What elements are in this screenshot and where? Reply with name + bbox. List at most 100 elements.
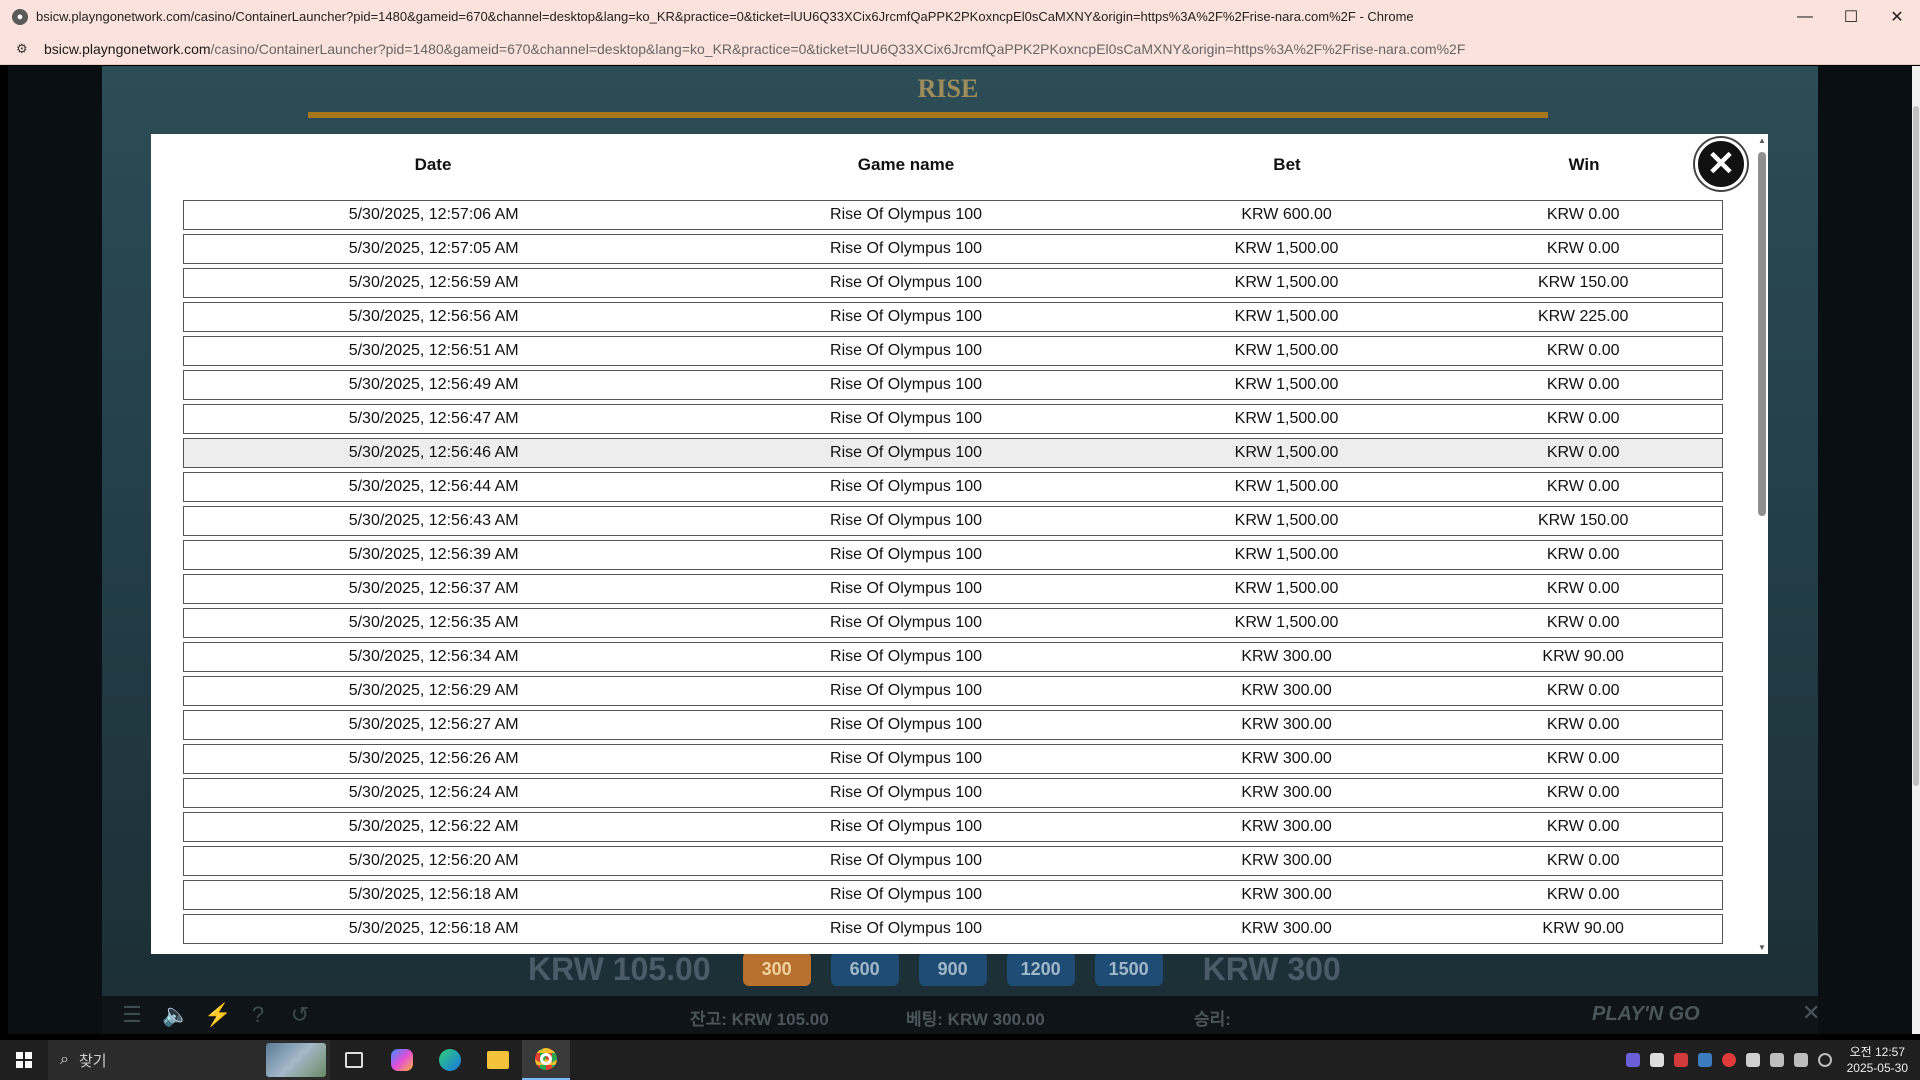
table-row[interactable]: 5/30/2025, 12:56:26 AM Rise Of Olympus 10… — [183, 744, 1723, 774]
task-view-icon[interactable] — [330, 1040, 378, 1080]
scroll-down-icon[interactable]: ▼ — [1757, 943, 1767, 952]
table-row[interactable]: 5/30/2025, 12:56:29 AM Rise Of Olympus 10… — [183, 676, 1723, 706]
bet-chip-900[interactable]: 900 — [918, 952, 987, 986]
page-scrollbar[interactable] — [1912, 66, 1920, 1034]
close-window-icon[interactable]: ✕ — [1874, 0, 1920, 33]
table-row[interactable]: 5/30/2025, 12:56:37 AM Rise Of Olympus 10… — [183, 574, 1723, 604]
turbo-icon[interactable]: ⚡ — [204, 1002, 231, 1028]
cell-win: KRW 0.00 — [1546, 750, 1620, 767]
history-header: Date Game name Bet Win — [183, 134, 1723, 196]
game-close-icon[interactable]: ✕ — [1802, 1000, 1820, 1026]
cell-game-name: Rise Of Olympus 100 — [830, 478, 983, 495]
taskbar-clock[interactable]: 오전 12:57 2025-05-30 — [1847, 1044, 1908, 1076]
table-row[interactable]: 5/30/2025, 12:56:56 AM Rise Of Olympus 10… — [183, 302, 1723, 332]
cell-date: 5/30/2025, 12:56:59 AM — [348, 274, 519, 291]
cell-game-name: Rise Of Olympus 100 — [830, 240, 983, 257]
address-bar[interactable]: ⚙ bsicw.playngonetwork.com/casino/Contai… — [0, 33, 1920, 65]
notification-icon[interactable] — [1817, 1053, 1832, 1067]
window-controls: — ☐ ✕ — [1782, 0, 1920, 33]
maximize-icon[interactable]: ☐ — [1828, 0, 1874, 33]
file-explorer-icon[interactable] — [474, 1040, 522, 1080]
cell-date: 5/30/2025, 12:56:18 AM — [348, 886, 519, 903]
cell-game-name: Rise Of Olympus 100 — [830, 648, 983, 665]
cell-bet: KRW 1,500.00 — [1234, 410, 1339, 427]
cell-game-name: Rise Of Olympus 100 — [830, 716, 983, 733]
sound-icon[interactable]: 🔈 — [162, 1002, 189, 1028]
cell-bet: KRW 300.00 — [1241, 886, 1332, 903]
menu-icon[interactable]: ☰ — [120, 1002, 144, 1028]
cell-bet: KRW 300.00 — [1241, 852, 1332, 869]
help-icon[interactable]: ? — [246, 1002, 270, 1028]
cell-win: KRW 0.00 — [1546, 716, 1620, 733]
table-row[interactable]: 5/30/2025, 12:56:44 AM Rise Of Olympus 10… — [183, 472, 1723, 502]
page-scroll-thumb[interactable] — [1913, 106, 1919, 786]
chrome-icon[interactable] — [522, 1040, 570, 1080]
cell-date: 5/30/2025, 12:56:22 AM — [348, 818, 519, 835]
table-row[interactable]: 5/30/2025, 12:56:59 AM Rise Of Olympus 10… — [183, 268, 1723, 298]
table-row[interactable]: 5/30/2025, 12:56:18 AM Rise Of Olympus 10… — [183, 880, 1723, 910]
cell-win: KRW 90.00 — [1542, 648, 1624, 665]
bet-display: KRW 300 — [1202, 950, 1341, 987]
table-row[interactable]: 5/30/2025, 12:56:49 AM Rise Of Olympus 10… — [183, 370, 1723, 400]
table-row[interactable]: 5/30/2025, 12:56:39 AM Rise Of Olympus 10… — [183, 540, 1723, 570]
clock-time: 오전 12:57 — [1849, 1045, 1906, 1059]
table-row[interactable]: 5/30/2025, 12:56:34 AM Rise Of Olympus 10… — [183, 642, 1723, 672]
bet-chip-1200[interactable]: 1200 — [1006, 952, 1075, 986]
cell-bet: KRW 1,500.00 — [1234, 580, 1339, 597]
tray-app-icon[interactable] — [1625, 1053, 1640, 1067]
modal-scroll-thumb[interactable] — [1758, 152, 1766, 516]
bet-chip-300[interactable]: 300 — [742, 952, 811, 986]
table-row[interactable]: 5/30/2025, 12:56:18 AM Rise Of Olympus 10… — [183, 914, 1723, 944]
edge-icon[interactable] — [426, 1040, 474, 1080]
table-row[interactable]: 5/30/2025, 12:56:24 AM Rise Of Olympus 10… — [183, 778, 1723, 808]
table-row[interactable]: 5/30/2025, 12:56:35 AM Rise Of Olympus 10… — [183, 608, 1723, 638]
cell-win: KRW 90.00 — [1542, 920, 1624, 937]
cell-bet: KRW 1,500.00 — [1234, 240, 1339, 257]
search-highlight-image — [266, 1043, 326, 1077]
table-row[interactable]: 5/30/2025, 12:57:06 AM Rise Of Olympus 10… — [183, 200, 1723, 230]
tray-record-icon[interactable] — [1721, 1053, 1736, 1067]
table-row[interactable]: 5/30/2025, 12:57:05 AM Rise Of Olympus 10… — [183, 234, 1723, 264]
tray-security-icon[interactable] — [1745, 1053, 1760, 1067]
cell-win: KRW 0.00 — [1546, 818, 1620, 835]
cell-win: KRW 225.00 — [1537, 308, 1629, 325]
table-row[interactable]: 5/30/2025, 12:56:22 AM Rise Of Olympus 10… — [183, 812, 1723, 842]
cell-game-name: Rise Of Olympus 100 — [830, 274, 983, 291]
scroll-up-icon[interactable]: ▲ — [1757, 136, 1767, 145]
table-row[interactable]: 5/30/2025, 12:56:46 AM Rise Of Olympus 10… — [183, 438, 1723, 468]
url-text[interactable]: bsicw.playngonetwork.com/casino/Containe… — [44, 41, 1465, 57]
bet-chip-600[interactable]: 600 — [830, 952, 899, 986]
game-bottom-bar: ☰ 🔈 ⚡ ? ↺ 잔고: KRW 105.00 베팅: KRW 300.00 … — [102, 996, 1820, 1034]
cell-bet: KRW 300.00 — [1241, 818, 1332, 835]
table-row[interactable]: 5/30/2025, 12:56:51 AM Rise Of Olympus 10… — [183, 336, 1723, 366]
table-row[interactable]: 5/30/2025, 12:56:43 AM Rise Of Olympus 10… — [183, 506, 1723, 536]
cell-win: KRW 0.00 — [1546, 342, 1620, 359]
cell-date: 5/30/2025, 12:56:26 AM — [348, 750, 519, 767]
cell-game-name: Rise Of Olympus 100 — [830, 410, 983, 427]
cell-game-name: Rise Of Olympus 100 — [830, 682, 983, 699]
start-button[interactable] — [0, 1040, 48, 1080]
cell-game-name: Rise Of Olympus 100 — [830, 206, 983, 223]
tray-discord-icon[interactable] — [1649, 1053, 1664, 1067]
site-settings-icon[interactable]: ⚙ — [16, 41, 32, 57]
table-row[interactable]: 5/30/2025, 12:56:27 AM Rise Of Olympus 10… — [183, 710, 1723, 740]
history-icon[interactable]: ↺ — [288, 1002, 312, 1028]
table-row[interactable]: 5/30/2025, 12:56:20 AM Rise Of Olympus 10… — [183, 846, 1723, 876]
table-row[interactable]: 5/30/2025, 12:56:47 AM Rise Of Olympus 10… — [183, 404, 1723, 434]
tray-antivirus-icon[interactable] — [1673, 1053, 1688, 1067]
cell-game-name: Rise Of Olympus 100 — [830, 376, 983, 393]
cell-game-name: Rise Of Olympus 100 — [830, 546, 983, 563]
cell-bet: KRW 300.00 — [1241, 750, 1332, 767]
modal-scrollbar[interactable]: ▲ ▼ — [1755, 134, 1768, 954]
minimize-icon[interactable]: — — [1782, 0, 1828, 33]
close-modal-button[interactable]: ✕ — [1695, 138, 1747, 190]
volume-icon[interactable] — [1793, 1053, 1808, 1067]
tray-steam-icon[interactable] — [1697, 1053, 1712, 1067]
brand-logo: PLAY'N GO — [1592, 1003, 1700, 1025]
copilot-icon[interactable] — [378, 1040, 426, 1080]
bet-chip-1500[interactable]: 1500 — [1094, 952, 1163, 986]
network-icon[interactable] — [1769, 1053, 1784, 1067]
header-game-name: Game name — [857, 155, 955, 174]
cell-game-name: Rise Of Olympus 100 — [830, 342, 983, 359]
taskbar-search[interactable]: ⌕ 찾기 — [48, 1040, 330, 1080]
